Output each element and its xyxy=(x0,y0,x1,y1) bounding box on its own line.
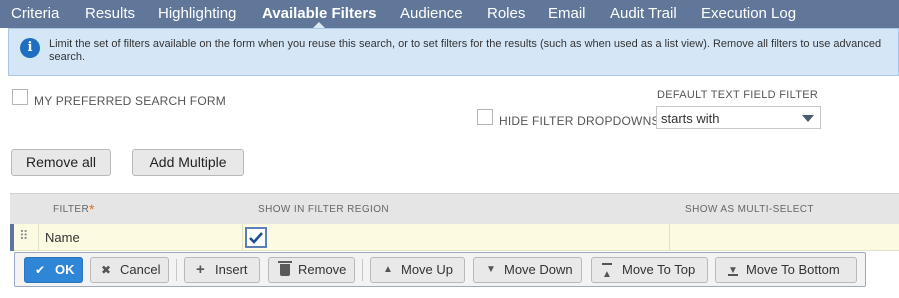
info-message: Limit the set of filters available on th… xyxy=(49,38,882,63)
tab-results[interactable]: Results xyxy=(85,5,135,22)
tab-audience[interactable]: Audience xyxy=(400,5,463,22)
remove-all-button[interactable]: Remove all xyxy=(11,149,111,176)
subtab-bar: Criteria Results Highlighting Available … xyxy=(0,0,899,28)
ok-label: OK xyxy=(55,262,75,277)
toolbar-separator xyxy=(176,259,177,281)
column-header-filter: FILTER * xyxy=(53,201,94,217)
table-row[interactable]: ⠿ Name xyxy=(10,224,899,251)
tab-criteria[interactable]: Criteria xyxy=(11,5,59,22)
info-icon: i xyxy=(20,38,40,58)
column-header-show-as-multi-select: SHOW AS MULTI-SELECT xyxy=(685,204,814,215)
filter-name-cell[interactable]: Name xyxy=(45,230,80,245)
show-in-filter-region-checkbox[interactable] xyxy=(245,227,267,248)
move-to-top-icon: ▲ xyxy=(602,263,612,280)
move-to-bottom-label: Move To Bottom xyxy=(746,262,840,277)
tab-roles[interactable]: Roles xyxy=(487,5,525,22)
row-selection-marker xyxy=(10,224,14,251)
move-up-button[interactable]: ▲ Move Up xyxy=(370,257,465,283)
add-multiple-button[interactable]: Add Multiple xyxy=(132,149,244,176)
move-down-label: Move Down xyxy=(504,262,573,277)
toolbar-separator xyxy=(362,259,363,281)
plus-icon: + xyxy=(196,261,205,278)
column-header-filter-label: FILTER xyxy=(53,204,90,215)
show-as-multi-select-cell[interactable] xyxy=(670,224,899,251)
drag-handle-icon[interactable]: ⠿ xyxy=(19,228,29,244)
chevron-down-icon xyxy=(802,115,814,122)
required-marker: * xyxy=(89,201,95,217)
tab-available-filters[interactable]: Available Filters xyxy=(262,5,377,22)
move-to-top-button[interactable]: ▲ Move To Top xyxy=(591,257,708,283)
filter-table-header: FILTER * SHOW IN FILTER REGION SHOW AS MU… xyxy=(10,193,899,224)
trash-icon xyxy=(278,261,292,276)
preferred-search-form-label: MY PREFERRED SEARCH FORM xyxy=(34,94,226,108)
column-divider xyxy=(38,224,39,251)
checkmark-icon: ✔ xyxy=(35,263,46,277)
tab-execution-log[interactable]: Execution Log xyxy=(701,5,796,22)
close-icon: ✖ xyxy=(101,263,112,277)
move-down-button[interactable]: ▼ Move Down xyxy=(473,257,582,283)
move-to-bottom-icon: ▼ xyxy=(728,262,738,276)
arrow-down-icon: ▼ xyxy=(486,264,496,275)
cancel-label: Cancel xyxy=(120,262,161,277)
cancel-button[interactable]: ✖ Cancel xyxy=(90,257,169,283)
default-text-field-filter-label: DEFAULT TEXT FIELD FILTER xyxy=(657,89,819,101)
insert-label: Insert xyxy=(215,262,248,277)
tab-highlighting[interactable]: Highlighting xyxy=(158,5,236,22)
remove-button[interactable]: Remove xyxy=(268,257,355,283)
info-banner: i Limit the set of filters available on … xyxy=(8,28,899,76)
move-to-bottom-button[interactable]: ▼ Move To Bottom xyxy=(715,257,857,283)
default-text-field-filter-value: starts with xyxy=(661,111,720,126)
move-up-label: Move Up xyxy=(401,262,454,277)
hide-filter-dropdowns-label: HIDE FILTER DROPDOWNS xyxy=(499,114,660,128)
ok-button[interactable]: ✔ OK xyxy=(24,257,83,283)
hide-filter-dropdowns-checkbox[interactable] xyxy=(477,109,493,125)
column-header-show-in-filter-region: SHOW IN FILTER REGION xyxy=(258,204,389,215)
default-text-field-filter-select[interactable]: starts with xyxy=(656,106,821,129)
checkmark-icon xyxy=(249,232,263,244)
move-to-top-label: Move To Top xyxy=(622,262,696,277)
insert-button[interactable]: + Insert xyxy=(184,257,260,283)
tab-email[interactable]: Email xyxy=(548,5,586,22)
arrow-up-icon: ▲ xyxy=(383,264,393,275)
row-edit-toolbar: ✔ OK ✖ Cancel + Insert Remove ▲ Move Up … xyxy=(14,252,866,287)
preferred-search-form-checkbox[interactable] xyxy=(12,89,28,105)
column-divider xyxy=(242,224,243,251)
tab-audit-trail[interactable]: Audit Trail xyxy=(610,5,677,22)
remove-label: Remove xyxy=(298,262,347,277)
